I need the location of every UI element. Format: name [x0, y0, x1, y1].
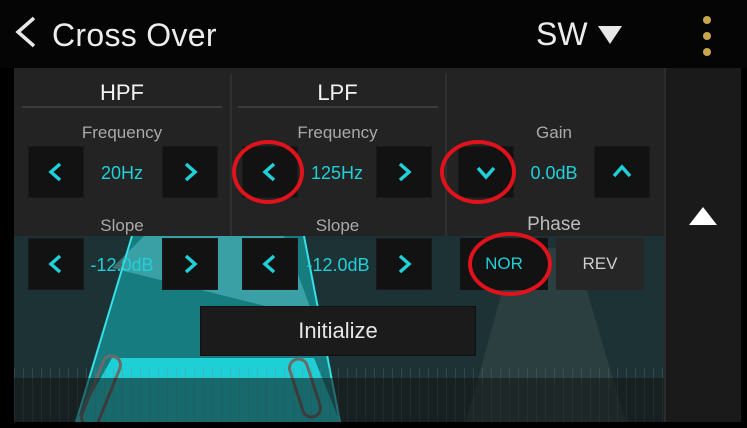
lpf-heading-underline — [238, 106, 438, 108]
gain-decrease-button[interactable] — [458, 146, 514, 198]
menu-dot — [703, 16, 711, 24]
chevron-down-icon — [475, 161, 497, 183]
lpf-frequency-value: 125Hz — [310, 163, 364, 183]
menu-dot — [703, 32, 711, 40]
hpf-slope-label: Slope — [100, 216, 144, 235]
lpf-frequency-decrease-button[interactable] — [242, 146, 298, 198]
hpf-slope-value: -12.0dB — [90, 255, 154, 275]
lpf-frequency-label: Frequency — [297, 123, 378, 142]
chevron-right-icon — [179, 161, 201, 183]
hpf-heading: HPF — [100, 80, 144, 105]
lpf-frequency-increase-button[interactable] — [376, 146, 432, 198]
initialize-button[interactable]: Initialize — [200, 306, 476, 356]
hpf-heading-underline — [22, 106, 222, 108]
chevron-left-icon — [259, 253, 281, 275]
chevron-left-icon — [259, 161, 281, 183]
lpf-slope-label: Slope — [315, 216, 360, 235]
hpf-frequency-value: 20Hz — [100, 163, 144, 183]
gain-increase-button[interactable] — [594, 146, 650, 198]
chevron-left-icon — [45, 161, 67, 183]
header-bar: Cross Over SW — [0, 0, 747, 68]
phase-reverse-button[interactable]: REV — [556, 238, 644, 290]
lpf-slope-increase-button[interactable] — [376, 238, 432, 290]
phase-label: Phase — [527, 214, 581, 235]
page-title: Cross Over — [52, 17, 217, 53]
hpf-slope-increase-button[interactable] — [162, 238, 218, 290]
crossover-panel: HPF Frequency 20Hz Slope -12.0dB LPF Fre… — [14, 68, 741, 422]
phase-normal-button[interactable]: NOR — [460, 238, 548, 290]
gain-value: 0.0dB — [530, 163, 578, 183]
gain-label: Gain — [536, 123, 572, 142]
hpf-frequency-label: Frequency — [81, 123, 163, 142]
chevron-left-icon — [12, 15, 40, 54]
hpf-slope-decrease-button[interactable] — [28, 238, 84, 290]
lpf-slope-decrease-button[interactable] — [242, 238, 298, 290]
chevron-right-icon — [393, 253, 415, 275]
hpf-frequency-increase-button[interactable] — [162, 146, 218, 198]
back-button[interactable] — [12, 12, 40, 56]
chevron-right-icon — [393, 161, 415, 183]
scroll-up-button[interactable] — [688, 206, 718, 226]
channel-selector[interactable]: SW — [536, 16, 624, 53]
column-divider — [445, 74, 447, 236]
caret-down-icon — [596, 24, 624, 46]
hpf-frequency-decrease-button[interactable] — [28, 146, 84, 198]
lpf-heading: LPF — [317, 80, 358, 105]
lpf-slope-value: -12.0dB — [306, 255, 370, 275]
triangle-up-icon — [688, 206, 718, 226]
kebab-menu-button[interactable] — [693, 14, 721, 58]
side-scroll-column — [664, 68, 741, 422]
channel-label: SW — [536, 16, 588, 52]
chevron-up-icon — [611, 161, 633, 183]
chevron-right-icon — [179, 253, 201, 275]
menu-dot — [703, 48, 711, 56]
chevron-left-icon — [45, 253, 67, 275]
